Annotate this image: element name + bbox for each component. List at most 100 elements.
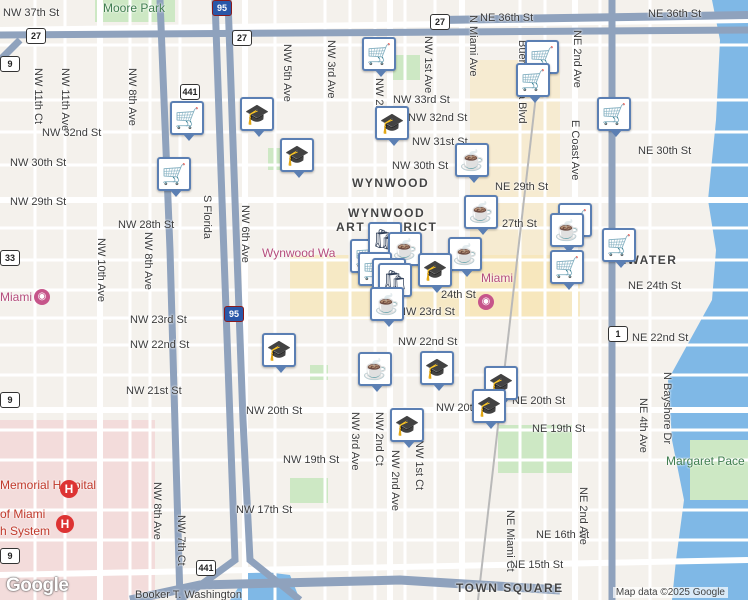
coffee-pin[interactable]: ☕ (464, 195, 498, 235)
school-pin[interactable]: 🎓 (472, 389, 506, 429)
museum-icon[interactable]: ◉ (34, 289, 50, 305)
street-label-nw21: NW 21st St (126, 385, 182, 397)
street-label-nw33: NW 33rd St (393, 94, 450, 106)
school-pin[interactable]: 🎓 (418, 253, 452, 293)
coffee-pin[interactable]: ☕ (550, 213, 584, 253)
street-label-ne2b: NE 2nd Ave (577, 487, 589, 545)
street-label-nw30b: NW 30th St (392, 160, 449, 172)
street-label-nw10: NW 10th Ave (95, 238, 107, 302)
school-pin[interactable]: 🎓 (375, 106, 409, 146)
us-27-shield-c: 27 (430, 14, 450, 30)
us-1-shield: 1 (608, 326, 628, 342)
map-canvas[interactable]: NE 36th St NE 36th St NW 37th St Moore P… (0, 0, 748, 600)
street-label-nw3: NW 3rd Ave (325, 40, 337, 99)
street-label-ne27: 27th St (502, 218, 537, 230)
street-label-nw22b: NW 22nd St (398, 336, 458, 348)
neighborhood-wynwood: WYNWOOD (352, 176, 430, 190)
street-label-nw3b: NW 3rd Ave (349, 412, 361, 471)
poi-label-wynwood-walls: Wynwood Wa (262, 246, 336, 260)
park-label-moore: Moore Park (103, 1, 166, 15)
street-label-nw22: NW 22nd St (130, 339, 190, 351)
shopping-cart-pin[interactable]: 🛒 (516, 63, 550, 103)
us-27-shield-b: 27 (232, 30, 252, 46)
hospital-icon[interactable]: H (60, 480, 78, 498)
us-27-shield: 27 (26, 28, 46, 44)
street-label-nw32b: NW 32nd St (408, 112, 468, 124)
google-logo[interactable]: Google (6, 575, 69, 597)
coffee-pin[interactable]: ☕ (455, 143, 489, 183)
school-pin[interactable]: 🎓 (240, 97, 274, 137)
neighborhood-town-square: TOWN SQUARE (456, 581, 564, 595)
neighborhood-wynwood-art: WYNWOOD (348, 206, 426, 220)
state-9-shield: 9 (0, 56, 20, 72)
street-label-ne2: NE 2nd Ave (571, 30, 583, 88)
street-label-ne4: NE 4th Ave (637, 398, 649, 453)
school-pin[interactable]: 🎓 (280, 138, 314, 178)
hospital-icon[interactable]: H (56, 515, 74, 533)
street-label-nw37: NW 37th St (3, 7, 60, 19)
street-label-nw28: NW 28th St (118, 219, 175, 231)
shopping-cart-pin[interactable]: 🛒 (157, 157, 191, 197)
street-label-nemiami: NE Miami Ct (504, 510, 516, 572)
street-label-ne36b: NE 36th St (480, 12, 534, 24)
street-label-nw8c: NW 8th Ave (151, 482, 163, 540)
coffee-pin[interactable]: ☕ (370, 287, 404, 327)
hospital-label-memorial: Memorial Hospital (0, 478, 97, 492)
street-label-ne30: NE 30th St (638, 145, 692, 157)
us-441-shield-b: 441 (196, 560, 216, 576)
street-label-booker: Booker T. Washington (135, 589, 243, 600)
street-label-ne22: NE 22nd St (632, 332, 689, 344)
school-pin[interactable]: 🎓 (262, 333, 296, 373)
street-label-nw2b: NW 2nd Ct (373, 412, 385, 466)
street-label-nw6: NW 6th Ave (239, 205, 251, 263)
map-data-credit[interactable]: Map data ©2025 Google (612, 587, 728, 598)
street-label-sfly: S Florida (201, 195, 213, 240)
poi-label-miami-west: Miami (0, 290, 32, 304)
coffee-pin[interactable]: ☕ (448, 237, 482, 277)
interstate-95-shield: 95 (212, 0, 232, 16)
street-label-nw17: NW 17th St (236, 504, 293, 516)
shopping-cart-pin[interactable]: 🛒 (602, 228, 636, 268)
street-label-ne24: NE 24th St (628, 280, 682, 292)
school-pin[interactable]: 🎓 (390, 408, 424, 448)
street-label-ne36: NE 36th St (648, 8, 702, 20)
hospital-label-system: h System (0, 524, 51, 538)
shopping-cart-pin[interactable]: 🛒 (362, 37, 396, 77)
street-label-nw8: NW 8th Ave (126, 68, 138, 126)
interstate-95-shield-b: 95 (224, 306, 244, 322)
street-label-bayshore: N Bayshore Dr (661, 372, 673, 445)
street-label-nw11: NW 11th Ave (59, 68, 71, 132)
coffee-pin[interactable]: ☕ (358, 352, 392, 392)
us-441-shield: 441 (180, 84, 200, 100)
street-label-nw23: NW 23rd St (130, 314, 187, 326)
street-label-nw24: 24th St (441, 289, 476, 301)
shopping-cart-pin[interactable]: 🛒 (550, 250, 584, 290)
street-label-nmiami: N Miami Ave (467, 15, 479, 77)
street-label-ne15: NE 15th St (510, 559, 564, 571)
street-label-nw20: NW 20th St (246, 405, 303, 417)
state-33-shield: 33 (0, 250, 20, 266)
street-label-nw5: NW 5th Ave (281, 44, 293, 102)
shopping-cart-pin[interactable]: 🛒 (597, 97, 631, 137)
street-label-necoast: E Coast Ave (569, 120, 581, 181)
street-label-nw11ct: NW 11th Ct (32, 68, 44, 125)
street-label-nw2c: NW 2nd Ave (389, 450, 401, 511)
street-label-ne29: NE 29th St (495, 181, 549, 193)
shopping-cart-pin[interactable]: 🛒 (170, 101, 204, 141)
state-9-shield-c: 9 (0, 548, 20, 564)
street-label-nw8b: NW 8th Ave (142, 232, 154, 290)
museum-icon[interactable]: ◉ (478, 294, 494, 310)
street-label-nw19: NW 19th St (283, 454, 340, 466)
street-label-ne19: NE 19th St (532, 423, 586, 435)
street-label-nw7: NW 7th Ct (175, 515, 187, 566)
park-margaret (690, 440, 748, 500)
park-5 (290, 478, 328, 503)
park-label-margaret: Margaret Pace Park (666, 454, 748, 468)
hospital-label-of-miami: of Miami (0, 507, 46, 521)
street-label-nw29: NW 29th St (10, 196, 67, 208)
street-label-nw32: NW 32nd St (42, 127, 102, 139)
school-pin[interactable]: 🎓 (420, 351, 454, 391)
street-label-nw23b: NW 23rd St (398, 306, 455, 318)
street-label-ne20: NE 20th St (512, 395, 566, 407)
poi-label-miami: Miami (481, 271, 513, 285)
